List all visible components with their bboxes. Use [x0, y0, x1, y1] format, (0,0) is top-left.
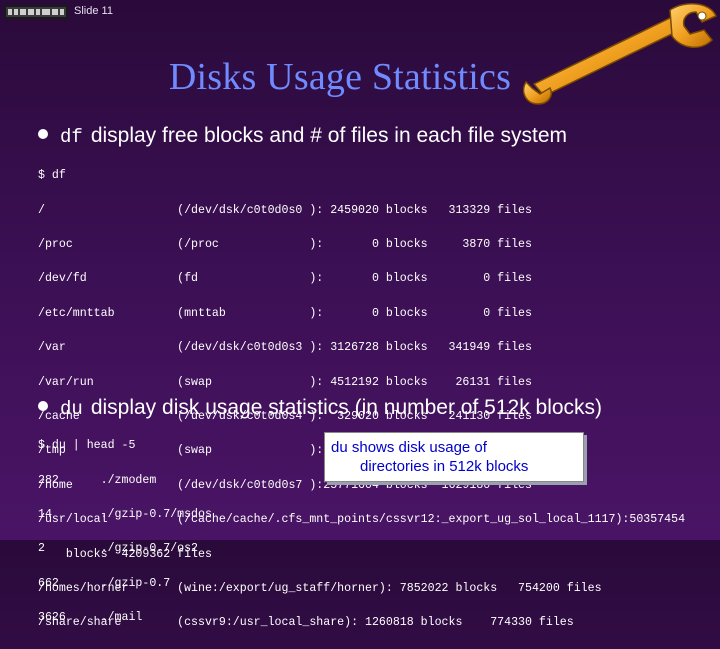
output-line: / (/dev/dsk/c0t0d0s0 ): 2459020 blocks 3…	[38, 203, 532, 217]
du-callout-box: du shows disk usage of directories in 51…	[324, 432, 584, 482]
output-line: /dev/fd (fd ): 0 blocks 0 files	[38, 272, 532, 286]
bullet-text: display free blocks and # of files in ea…	[90, 124, 568, 147]
output-line: 662 ./gzip-0.7	[38, 576, 171, 590]
callout-line: du shows disk usage of	[331, 439, 487, 456]
output-line: /var/run (swap ): 4512192 blocks 26131 f…	[38, 375, 532, 389]
bullet-text: display disk usage statistics (in number…	[90, 396, 603, 419]
bullet-icon	[38, 401, 48, 412]
slide-title: Disks Usage Statistics	[168, 56, 512, 98]
output-line: $ du | head -5	[38, 439, 136, 453]
bullet-du: du display disk usage statistics (in numb…	[38, 396, 602, 420]
bullet-command: du	[60, 398, 83, 420]
output-line: 14 ./gzip-0.7/msdos	[38, 508, 212, 522]
output-line: /etc/mnttab (mnttab ): 0 blocks 0 files	[38, 306, 532, 320]
output-line: $ df	[38, 169, 66, 183]
output-line: /proc (/proc ): 0 blocks 3870 files	[38, 238, 532, 252]
bullet-df: df display free blocks and # of files in …	[38, 124, 567, 148]
output-line: 3626 ./mail	[38, 611, 143, 625]
bullet-command: df	[60, 126, 83, 148]
output-line: /var (/dev/dsk/c0t0d0s3 ): 3126728 block…	[38, 341, 532, 355]
output-line: 282 ./zmodem	[38, 473, 157, 487]
bullet-icon	[38, 129, 48, 140]
callout-line: directories in 512k blocks	[360, 458, 529, 475]
du-output: $ du | head -5 282 ./zmodem 14 ./gzip-0.…	[38, 420, 212, 644]
slide-number: Slide 11	[74, 5, 113, 17]
output-line: 2 ./gzip-0.7/os2	[38, 542, 199, 556]
course-logo	[4, 5, 68, 19]
